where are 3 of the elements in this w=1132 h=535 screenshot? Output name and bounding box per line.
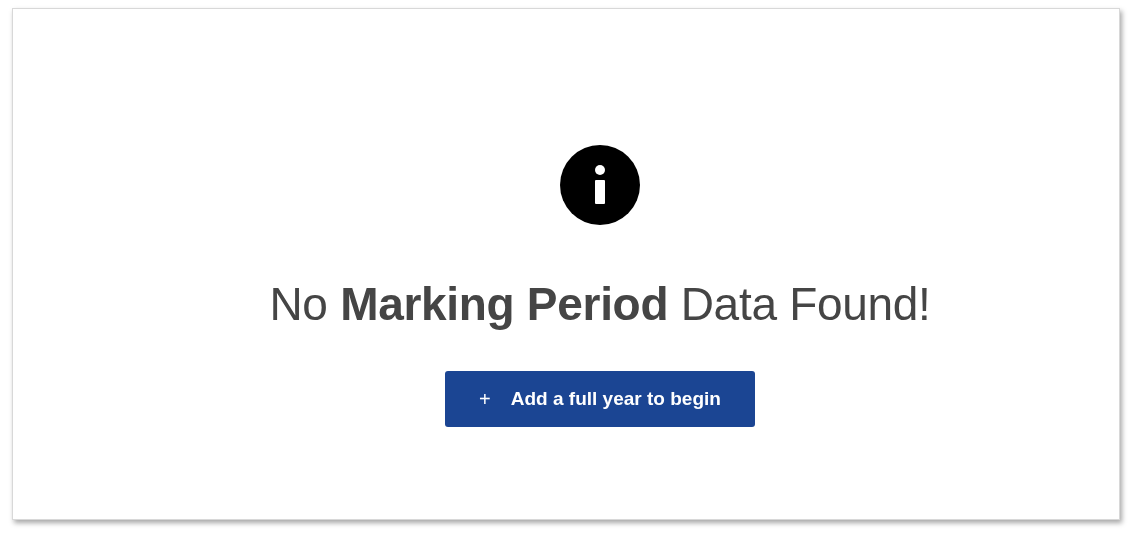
info-icon [560, 145, 640, 225]
add-year-button[interactable]: + Add a full year to begin [445, 371, 755, 427]
empty-state-heading: No Marking Period Data Found! [269, 277, 931, 331]
